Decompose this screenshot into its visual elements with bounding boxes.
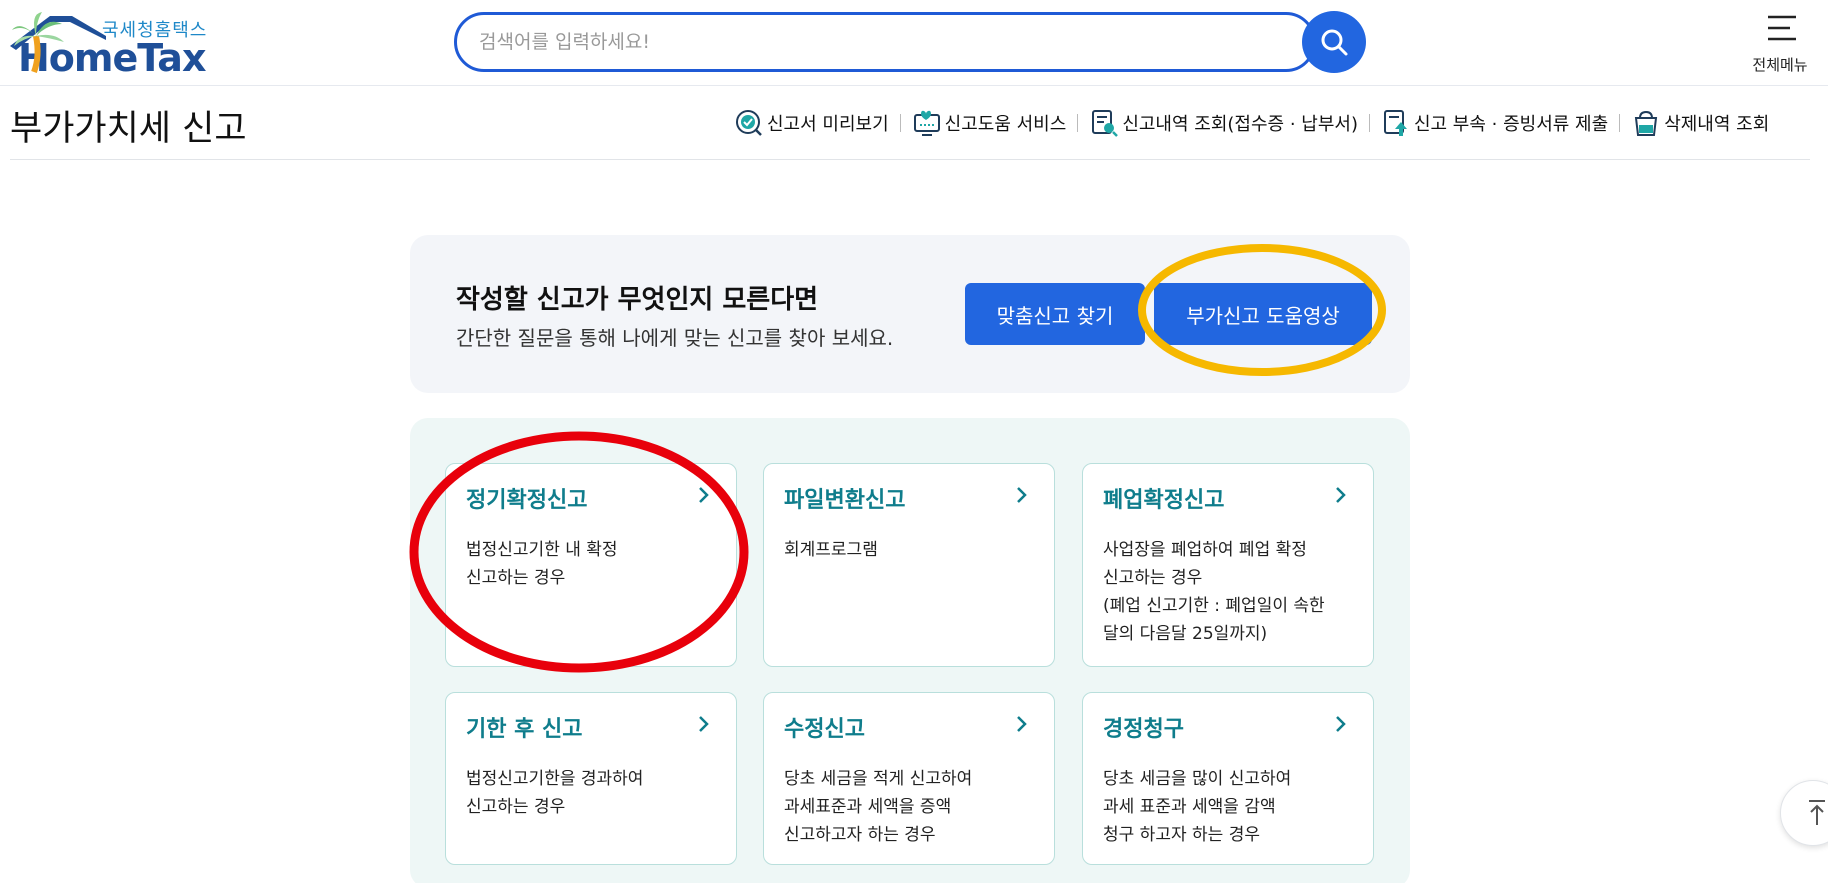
quick-link-history[interactable]: 신고내역 조회(접수증 · 납부서) <box>1089 108 1358 138</box>
divider <box>1077 114 1079 132</box>
card-description: 당초 세금을 많이 신고하여 과세 표준과 세액을 감액 청구 하고자 하는 경우 <box>1103 769 1292 845</box>
search-button[interactable] <box>1302 11 1366 73</box>
hamburger-icon <box>1768 15 1796 41</box>
page-title: 부가가치세 신고 <box>10 109 247 149</box>
chevron-right-icon <box>1017 716 1027 732</box>
search-icon <box>1321 29 1348 56</box>
quick-link-label: 삭제내역 조회 <box>1664 114 1770 135</box>
divider <box>1619 114 1621 132</box>
palm-tree-icon <box>12 12 64 74</box>
check-search-icon <box>736 110 762 136</box>
quick-link-help-service[interactable]: 신고도움 서비스 <box>912 108 1067 138</box>
card-description: 사업장을 폐업하여 폐업 확정 신고하는 경우 (폐업 신고기한 : 폐업일이 속한… <box>1103 540 1325 644</box>
monitor-heart-icon <box>913 110 940 136</box>
help-title: 작성할 신고가 무엇인지 모른다면 <box>456 285 819 315</box>
all-menu-button[interactable]: 전체메뉴 <box>1742 10 1818 76</box>
card-description: 법정신고기한 내 확정 신고하는 경우 <box>466 540 618 588</box>
arrow-up-icon <box>1809 800 1825 825</box>
chevron-right-icon <box>1336 716 1346 732</box>
card-regular-final-filing[interactable]: 정기확정신고 법정신고기한 내 확정 신고하는 경우 <box>445 463 737 667</box>
quick-link-label: 신고내역 조회(접수증 · 납부서) <box>1122 114 1358 135</box>
quick-link-submit-docs[interactable]: 신고 부속 · 증빙서류 제출 <box>1381 108 1608 138</box>
chevron-right-icon <box>1017 487 1027 503</box>
document-upload-icon <box>1383 110 1407 136</box>
quick-link-label: 신고서 미리보기 <box>767 114 889 135</box>
title-divider <box>10 159 1810 160</box>
document-search-icon <box>1092 110 1119 137</box>
find-custom-filing-button[interactable]: 맞춤신고 찾기 <box>965 283 1145 345</box>
quick-links: 신고서 미리보기 신고도움 서비스 신고내역 조회(접수증 · 납부서) 신고 … <box>734 106 1769 140</box>
divider <box>1368 114 1370 132</box>
card-closure-final-filing[interactable]: 폐업확정신고 사업장을 폐업하여 폐업 확정 신고하는 경우 (폐업 신고기한 : … <box>1082 463 1374 667</box>
card-amended-filing[interactable]: 수정신고 당초 세금을 적게 신고하여 과세표준과 세액을 증액 신고하고자 하는 … <box>763 692 1055 865</box>
chevron-right-icon <box>1336 487 1346 503</box>
chevron-right-icon <box>699 716 709 732</box>
trash-basket-icon <box>1635 110 1658 136</box>
find-filing-help-box: 작성할 신고가 무엇인지 모른다면 간단한 질문을 통해 나에게 맞는 신고를 … <box>410 235 1410 393</box>
card-late-filing[interactable]: 기한 후 신고 법정신고기한을 경과하여 신고하는 경우 <box>445 692 737 865</box>
search-input[interactable] <box>479 15 1239 69</box>
card-title: 파일변환신고 <box>784 488 906 513</box>
card-title: 폐업확정신고 <box>1103 488 1225 513</box>
vat-help-video-button[interactable]: 부가신고 도움영상 <box>1154 283 1372 345</box>
quick-link-deleted[interactable]: 삭제내역 조회 <box>1631 108 1769 138</box>
card-title: 기한 후 신고 <box>466 717 583 742</box>
all-menu-label: 전체메뉴 <box>1752 56 1808 74</box>
quick-link-preview[interactable]: 신고서 미리보기 <box>734 108 889 138</box>
card-description: 당초 세금을 적게 신고하여 과세표준과 세액을 증액 신고하고자 하는 경우 <box>784 769 973 845</box>
top-header: 국세청홈택스 HomeTax 전체메뉴 <box>0 0 1828 86</box>
card-title: 정기확정신고 <box>466 488 588 513</box>
quick-link-label: 신고도움 서비스 <box>944 114 1067 135</box>
card-title: 수정신고 <box>784 717 865 742</box>
card-description: 회계프로그램 <box>784 540 878 560</box>
filing-type-panel: 정기확정신고 법정신고기한 내 확정 신고하는 경우 파일변환신고 회계프로그램 … <box>410 418 1410 883</box>
card-description: 법정신고기한을 경과하여 신고하는 경우 <box>466 769 644 817</box>
quick-link-label: 신고 부속 · 증빙서류 제출 <box>1413 114 1609 135</box>
scroll-to-top-button[interactable] <box>1780 780 1828 846</box>
divider <box>899 114 901 132</box>
help-subtitle: 간단한 질문을 통해 나에게 맞는 신고를 찾아 보세요. <box>456 326 894 350</box>
search-box <box>454 12 1316 72</box>
hometax-logo[interactable]: 국세청홈택스 HomeTax <box>10 10 270 80</box>
card-title: 경정청구 <box>1103 717 1184 742</box>
chevron-right-icon <box>699 487 709 503</box>
card-correction-claim[interactable]: 경정청구 당초 세금을 많이 신고하여 과세 표준과 세액을 감액 청구 하고자 하… <box>1082 692 1374 865</box>
card-file-conversion-filing[interactable]: 파일변환신고 회계프로그램 <box>763 463 1055 667</box>
